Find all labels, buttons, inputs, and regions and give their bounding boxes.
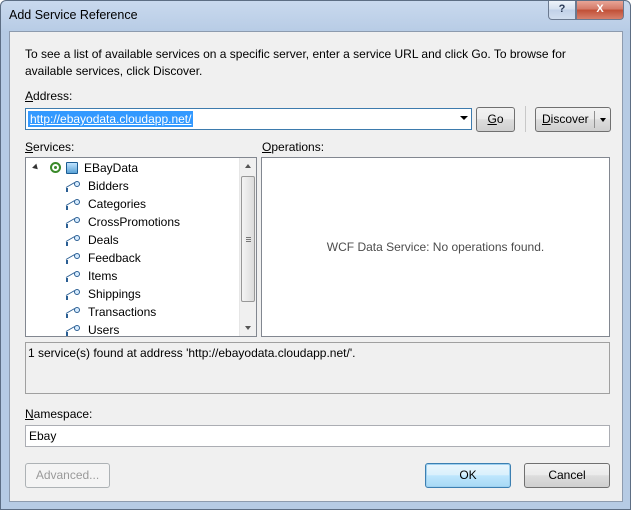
endpoint-icon: [65, 181, 80, 192]
grip-icon: [246, 237, 251, 242]
split-divider: [594, 111, 595, 128]
services-scrollbar[interactable]: [239, 158, 256, 336]
namespace-label: Namespace:: [25, 407, 93, 421]
go-button[interactable]: Go: [476, 107, 515, 132]
tree-item-crosspromotions[interactable]: CrossPromotions: [26, 213, 240, 231]
close-button[interactable]: X: [576, 1, 624, 20]
tree-item-label: CrossPromotions: [88, 215, 181, 229]
endpoint-icon: [65, 271, 80, 282]
address-combobox[interactable]: http://ebayodata.cloudapp.net/: [25, 108, 472, 130]
expand-arrow-icon[interactable]: [32, 163, 40, 172]
help-button[interactable]: ?: [548, 1, 576, 20]
endpoint-icon: [65, 199, 80, 210]
window-title: Add Service Reference: [9, 8, 138, 22]
cancel-button[interactable]: Cancel: [524, 463, 610, 488]
tree-item-transactions[interactable]: Transactions: [26, 303, 240, 321]
tree-item-label: Categories: [88, 197, 147, 211]
tree-item-label: Deals: [88, 233, 119, 247]
tree-item-items[interactable]: Items: [26, 267, 240, 285]
tree-root-ebaydata[interactable]: EBayData: [26, 159, 240, 177]
tree-root-label: EBayData: [84, 161, 139, 175]
ok-button[interactable]: OK: [425, 463, 511, 488]
dialog-client-area: To see a list of available services on a…: [9, 31, 623, 502]
tree-item-deals[interactable]: Deals: [26, 231, 240, 249]
tree-item-label: Items: [88, 269, 118, 283]
operations-empty-message: WCF Data Service: No operations found.: [326, 240, 545, 254]
services-label: Services:: [25, 140, 75, 154]
operations-label: Operations:: [262, 140, 325, 154]
services-tree[interactable]: EBayData Bidders Categories CrossPromoti…: [25, 157, 257, 337]
instructions-text: To see a list of available services on a…: [25, 47, 566, 78]
scroll-up-icon[interactable]: [245, 164, 251, 168]
discover-button[interactable]: Discover: [535, 107, 611, 132]
endpoint-icon: [65, 289, 80, 300]
address-label: Address:: [25, 89, 73, 103]
dialog-window: Add Service Reference ? X To see a list …: [0, 0, 631, 510]
tree-item-label: Shippings: [88, 287, 141, 301]
namespace-input[interactable]: Ebay: [25, 425, 610, 447]
title-bar[interactable]: Add Service Reference ? X: [1, 1, 630, 31]
status-message: 1 service(s) found at address 'http://eb…: [28, 346, 356, 360]
service-icon: [50, 162, 61, 173]
toolbar-separator: [525, 106, 526, 132]
tree-item-feedback[interactable]: Feedback: [26, 249, 240, 267]
tree-item-users[interactable]: Users: [26, 321, 240, 337]
tree-item-shippings[interactable]: Shippings: [26, 285, 240, 303]
status-panel: 1 service(s) found at address 'http://eb…: [25, 342, 610, 394]
data-service-icon: [66, 162, 78, 174]
tree-item-bidders[interactable]: Bidders: [26, 177, 240, 195]
endpoint-icon: [65, 235, 80, 246]
endpoint-icon: [65, 253, 80, 264]
tree-item-label: Feedback: [88, 251, 141, 265]
address-input-value[interactable]: http://ebayodata.cloudapp.net/: [28, 111, 194, 127]
tree-item-label: Transactions: [88, 305, 157, 319]
tree-item-label: Bidders: [88, 179, 129, 193]
tree-item-label: Users: [88, 323, 120, 337]
endpoint-icon: [65, 307, 80, 318]
scrollbar-thumb[interactable]: [241, 176, 255, 302]
endpoint-icon: [65, 325, 80, 336]
advanced-button[interactable]: Advanced...: [25, 463, 110, 488]
scroll-down-icon[interactable]: [245, 326, 251, 330]
chevron-down-icon[interactable]: [460, 116, 468, 120]
operations-panel[interactable]: WCF Data Service: No operations found.: [261, 157, 610, 337]
endpoint-icon: [65, 217, 80, 228]
dropdown-arrow-icon[interactable]: [600, 118, 606, 122]
tree-item-categories[interactable]: Categories: [26, 195, 240, 213]
